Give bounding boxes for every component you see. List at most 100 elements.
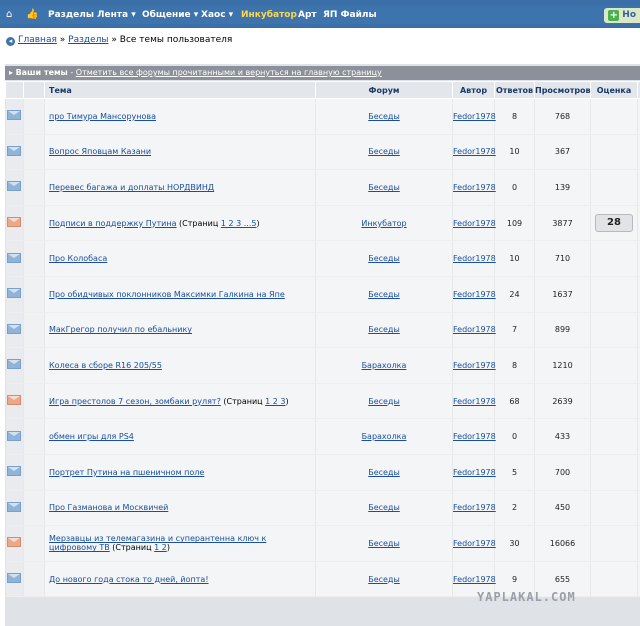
topic-status-cell <box>5 312 24 349</box>
forum-cell: Барахолка <box>315 347 453 384</box>
forum-link[interactable]: Беседы <box>368 503 400 512</box>
pages-prefix: (Страниц <box>220 396 266 406</box>
home-icon[interactable]: ⌂ <box>6 10 16 20</box>
author-link[interactable]: Fedor1978 <box>453 503 496 512</box>
author-link[interactable]: Fedor1978 <box>453 432 496 441</box>
topic-link[interactable]: Колеса в сборе R16 205/55 <box>49 361 162 370</box>
envelope-icon <box>7 395 22 406</box>
header-replies[interactable]: Ответов <box>494 81 535 99</box>
replies-count: 8 <box>494 98 535 135</box>
author-link[interactable]: Fedor1978 <box>453 219 496 228</box>
author-link[interactable]: Fedor1978 <box>453 290 496 299</box>
header-forum[interactable]: Форум <box>315 81 453 99</box>
replies-count: 10 <box>494 240 535 277</box>
breadcrumb-sections[interactable]: Разделы <box>68 35 108 45</box>
topic-link[interactable]: Подписи в поддержку Путина <box>49 219 177 228</box>
topic-link[interactable]: про Тимура Мансорунова <box>49 112 156 121</box>
author-link[interactable]: Fedor1978 <box>453 325 496 334</box>
rating-cell <box>590 240 638 277</box>
topic-pages: (Страниц 1 2 3 ...5) <box>177 219 260 228</box>
forum-link[interactable]: Беседы <box>368 397 400 406</box>
author-link[interactable]: Fedor1978 <box>453 468 496 477</box>
author-link[interactable]: Fedor1978 <box>453 539 496 548</box>
topic-link[interactable]: Про Колобаса <box>49 254 107 263</box>
forum-link[interactable]: Беседы <box>368 325 400 334</box>
topic-link[interactable]: До нового года стока то дней, йопта! <box>49 575 209 584</box>
topic-status-cell <box>5 276 24 313</box>
author-link[interactable]: Fedor1978 <box>453 183 496 192</box>
forum-link[interactable]: Беседы <box>368 468 400 477</box>
panel-title: Ваши темы <box>15 68 68 77</box>
author-link[interactable]: Fedor1978 <box>453 254 496 263</box>
views-count: 899 <box>534 312 591 349</box>
author-link[interactable]: Fedor1978 <box>453 112 496 121</box>
header-author[interactable]: Автор <box>452 81 495 99</box>
pages-links[interactable]: 1 2 3 ...5 <box>221 219 257 228</box>
watermark: YAPLAKAL.COM <box>477 590 576 604</box>
header-views[interactable]: Просмотров <box>534 81 591 99</box>
mark-all-read-link[interactable]: Отметить все форумы прочитанными и верну… <box>76 68 382 77</box>
topic-link[interactable]: Про обидчивых поклонников Максимки Галки… <box>49 290 285 299</box>
chevron-down-icon: ▾ <box>131 10 136 20</box>
topic-link[interactable]: Перевес багажа и доплаты НОРДВИНД <box>49 183 214 192</box>
author-cell: Fedor1978 <box>452 347 496 384</box>
topic-link[interactable]: обмен игры для PS4 <box>49 432 134 441</box>
table-row: Перевес багажа и доплаты НОРДВИНД Беседы F… <box>5 169 640 206</box>
topic-link[interactable]: Вопрос Яповцам Казани <box>49 147 151 156</box>
rating-cell <box>590 561 638 598</box>
replies-count: 5 <box>494 454 535 491</box>
views-count: 1210 <box>534 347 591 384</box>
pages-links[interactable]: 1 2 <box>154 543 167 552</box>
author-link[interactable]: Fedor1978 <box>453 147 496 156</box>
thumbs-up-icon[interactable]: 👍 <box>26 10 38 20</box>
author-link[interactable]: Fedor1978 <box>453 361 496 370</box>
forum-link[interactable]: Беседы <box>368 575 400 584</box>
forum-link[interactable]: Барахолка <box>362 361 407 370</box>
rating-cell <box>590 490 638 527</box>
topic-link[interactable]: МакГрегор получил по ебальнику <box>49 325 192 334</box>
header-rating[interactable]: Оценка <box>590 81 638 99</box>
forum-link[interactable]: Беседы <box>368 183 400 192</box>
forum-link[interactable]: Беседы <box>368 254 400 263</box>
topic-status-cell <box>5 383 24 420</box>
topic-status-cell <box>5 347 24 384</box>
forum-link[interactable]: Беседы <box>368 539 400 548</box>
topic-title-cell: Портрет Путина на пшеничном поле <box>44 454 316 491</box>
nav-inkubator[interactable]: Инкубатор <box>241 10 297 21</box>
forum-link[interactable]: Барахолка <box>362 432 407 441</box>
forum-link[interactable]: Инкубатор <box>361 219 406 228</box>
table-row: МакГрегор получил по ебальнику Беседы Fedo… <box>5 312 640 349</box>
rating-badge[interactable]: 28 <box>595 214 633 233</box>
envelope-icon <box>7 573 22 584</box>
views-count: 139 <box>534 169 591 206</box>
views-count: 1637 <box>534 276 591 313</box>
new-button[interactable]: + Но <box>604 8 640 23</box>
replies-count: 68 <box>494 383 535 420</box>
nav-razdely[interactable]: Разделы <box>48 10 94 21</box>
topic-icon-cell <box>23 312 45 349</box>
author-link[interactable]: Fedor1978 <box>453 397 496 406</box>
header-topic[interactable]: Тема <box>44 81 316 99</box>
replies-count: 24 <box>494 276 535 313</box>
forum-link[interactable]: Беседы <box>368 290 400 299</box>
topic-status-cell <box>5 454 24 491</box>
nav-obshchenie[interactable]: Общение ▾ <box>142 10 198 21</box>
forum-cell: Инкубатор <box>315 205 453 242</box>
breadcrumb-home[interactable]: Главная <box>18 35 57 45</box>
topic-link[interactable]: Портрет Путина на пшеничном поле <box>49 468 204 477</box>
panel-title-separator: - <box>67 68 76 77</box>
nav-lenta[interactable]: Лента ▾ <box>97 10 136 21</box>
author-cell: Fedor1978 <box>452 240 496 277</box>
forum-cell: Беседы <box>315 98 453 135</box>
topic-status-cell <box>5 205 24 242</box>
forum-link[interactable]: Беседы <box>368 112 400 121</box>
nav-art[interactable]: Арт <box>298 10 317 21</box>
forum-link[interactable]: Беседы <box>368 147 400 156</box>
topic-link[interactable]: Игра престолов 7 сезон, зомбаки рулят? <box>49 397 221 406</box>
pages-links[interactable]: 1 2 3 <box>265 397 285 406</box>
nav-khaos[interactable]: Хаос ▾ <box>201 10 233 21</box>
topic-link[interactable]: Про Газманова и Москвичей <box>49 503 168 512</box>
author-link[interactable]: Fedor1978 <box>453 575 496 584</box>
nav-yap-files[interactable]: ЯП Файлы <box>323 10 377 21</box>
rating-cell <box>590 418 638 455</box>
